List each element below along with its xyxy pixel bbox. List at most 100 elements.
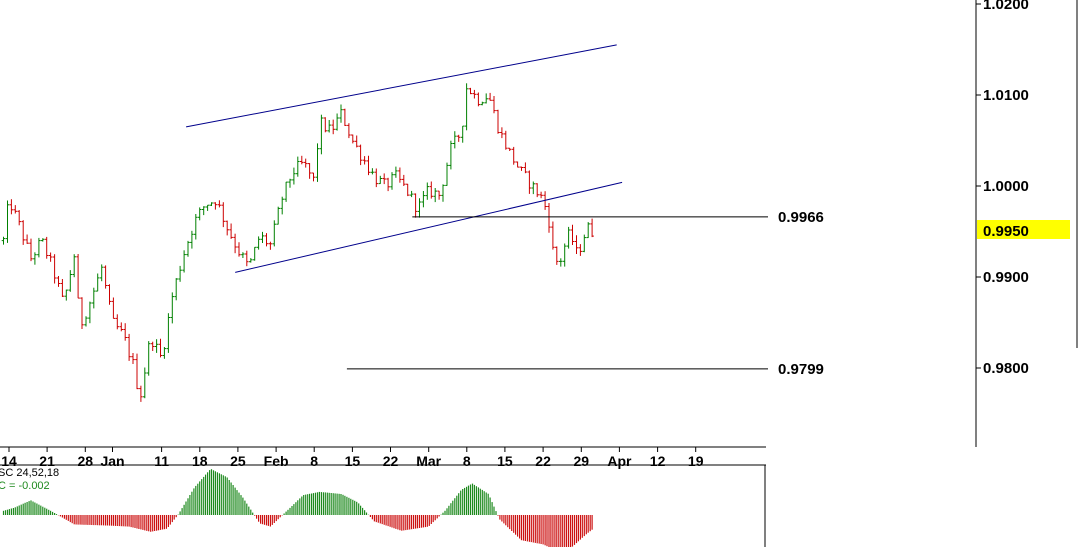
candle [405, 183, 410, 197]
candle [456, 134, 461, 142]
candle [229, 223, 233, 239]
candle [519, 166, 524, 171]
candle [382, 173, 386, 185]
candle [174, 278, 178, 301]
candle [476, 92, 481, 107]
forex-price-chart: 0.9966 0.9799 1.0200 1.0100 1.0000 0.9900 0.9… [0, 0, 1078, 547]
candle [354, 135, 359, 148]
candle [464, 83, 469, 131]
candle [390, 172, 394, 190]
date-tick-label: Mar [416, 453, 441, 469]
candle [29, 238, 33, 262]
date-tick-label: 19 [688, 453, 704, 469]
candle [504, 130, 508, 150]
candle [570, 224, 575, 245]
candle [566, 226, 571, 249]
candle [182, 250, 186, 273]
candle [127, 333, 131, 361]
candle [25, 234, 29, 244]
candle [535, 183, 539, 198]
candle [492, 96, 496, 114]
candle [484, 93, 488, 104]
candle [56, 276, 61, 287]
candle [300, 155, 304, 165]
candle [1, 236, 6, 245]
levels-layer: 0.9966 0.9799 [346, 209, 824, 378]
date-tick-label: Apr [607, 453, 632, 469]
candle [433, 188, 437, 203]
candle [33, 252, 37, 265]
candle [398, 167, 402, 183]
candle [146, 341, 151, 376]
date-tick-label: 15 [345, 453, 361, 469]
date-tick-label: 11 [154, 453, 169, 469]
candle [507, 147, 512, 151]
candle [374, 168, 379, 188]
level-label: 0.9966 [778, 209, 824, 226]
candle [582, 234, 587, 253]
candle [555, 246, 559, 265]
candle [531, 181, 536, 195]
candle [166, 313, 171, 353]
candle [578, 244, 583, 256]
candle [449, 140, 453, 170]
candle [445, 162, 449, 186]
price-tick-label: 1.0100 [983, 87, 1029, 104]
indicator-value-label: C = -0.002 [0, 480, 50, 492]
candle [256, 236, 261, 250]
candle [233, 233, 237, 254]
candle [468, 87, 473, 95]
candle [9, 199, 14, 215]
candle [425, 182, 430, 200]
date-tick-label: 22 [383, 453, 399, 469]
candle [205, 204, 210, 211]
candle [311, 172, 316, 182]
candle [559, 258, 563, 267]
channel-lower-line [235, 181, 623, 273]
candle [370, 168, 375, 175]
price-tick-label: 1.0200 [983, 0, 1029, 13]
candle [319, 114, 324, 155]
price-tick-label: 0.9800 [983, 360, 1029, 377]
candle [327, 120, 331, 133]
candle [280, 196, 284, 215]
candle [366, 155, 371, 176]
candle [460, 125, 465, 143]
candle [103, 265, 108, 289]
candle [21, 220, 25, 245]
candle [378, 175, 383, 185]
candle [343, 108, 347, 126]
candle [197, 207, 202, 221]
candle [358, 144, 363, 166]
candle [84, 316, 88, 327]
candle [80, 297, 84, 329]
candle [413, 193, 418, 218]
candle [472, 89, 477, 99]
candle [515, 161, 520, 168]
candle [394, 166, 398, 178]
date-tick-label: 22 [535, 453, 551, 469]
indicator-name-label: SC 24,52,18 [0, 467, 59, 479]
indicator-histogram [2, 469, 593, 547]
candle [551, 221, 555, 250]
candle [421, 191, 426, 208]
candle [41, 238, 45, 242]
candle [496, 109, 500, 134]
candle [52, 254, 57, 284]
candle [539, 191, 543, 199]
candle [92, 287, 96, 309]
date-tick-label: 12 [650, 453, 666, 469]
candle [590, 218, 594, 238]
date-tick-label: 18 [192, 453, 208, 469]
candle [88, 301, 92, 324]
candle [574, 235, 579, 254]
candle [586, 222, 590, 239]
candle [284, 181, 288, 202]
level-label: 0.9799 [778, 361, 824, 378]
candle [72, 254, 76, 278]
candle [272, 220, 277, 247]
trendlines-layer [186, 44, 623, 273]
candle [276, 206, 280, 225]
candle [288, 178, 292, 188]
candle [154, 339, 159, 353]
